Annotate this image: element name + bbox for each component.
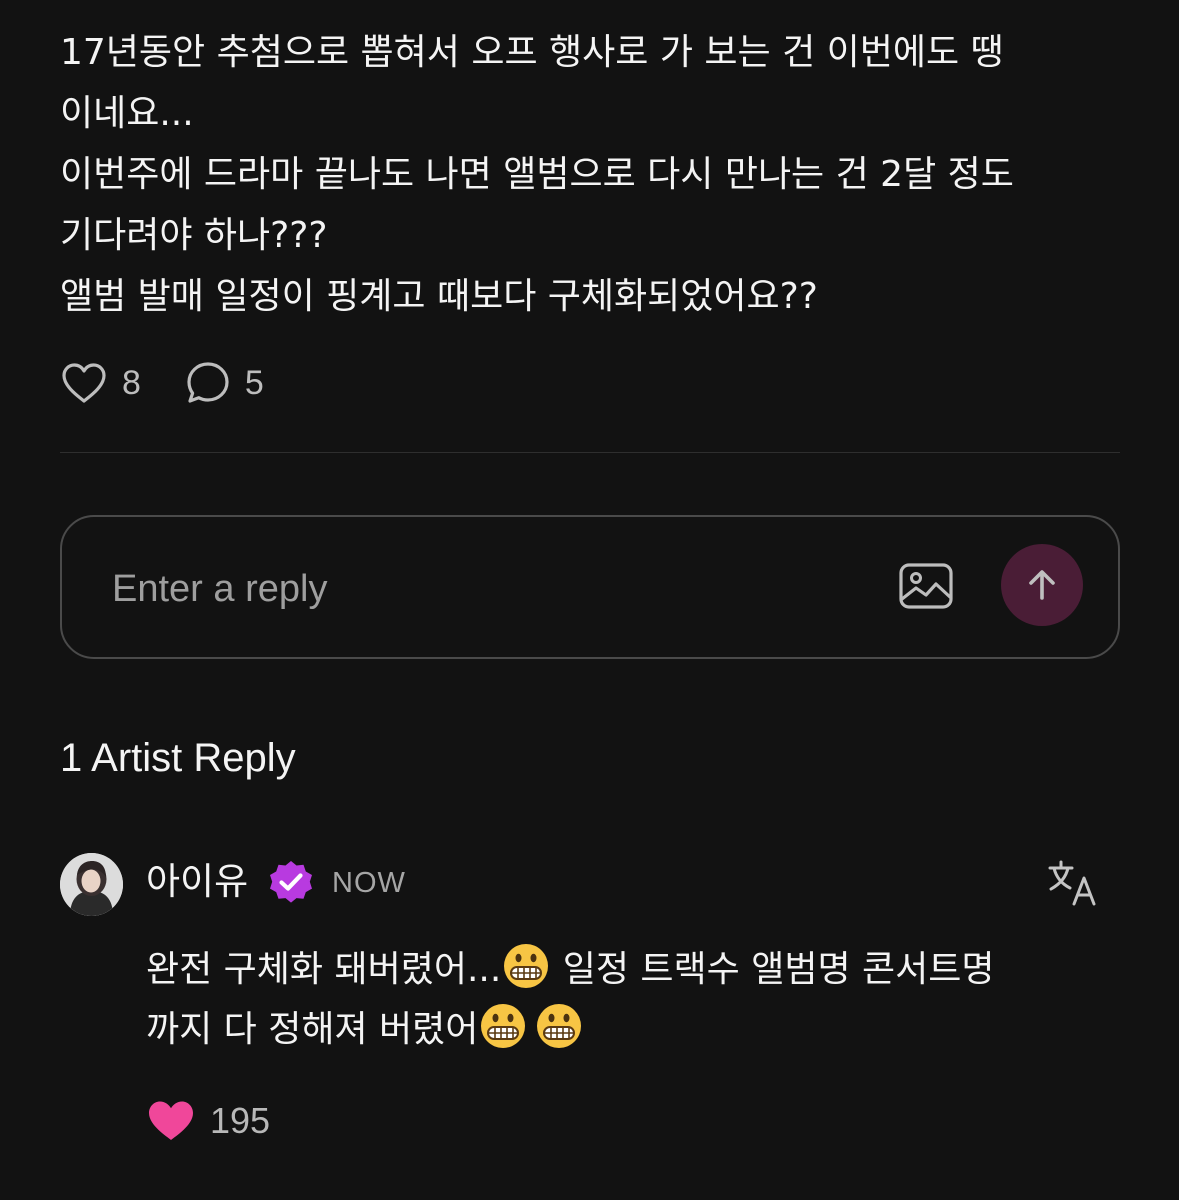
image-icon <box>899 563 953 609</box>
like-button[interactable]: 8 <box>60 361 141 405</box>
like-count: 8 <box>122 363 141 402</box>
post-body: 17년동안 추첨으로 뽑혀서 오프 행사로 가 보는 건 이번에도 땡 이네요.… <box>60 22 1140 327</box>
artist-reply-body: 완전 구체화 돼버렸어... 일정 트랙수 앨범명 콘서트명 까지 다 정해져 … <box>146 940 1156 1060</box>
attach-image-button[interactable] <box>896 557 956 617</box>
translate-button[interactable] <box>1046 858 1102 908</box>
comment-count: 5 <box>244 363 264 402</box>
reply-text-segment: 까지 다 정해져 버렸어 <box>146 1009 479 1050</box>
speech-bubble-icon <box>187 362 229 403</box>
reply-composer <box>60 515 1120 659</box>
reply-text-segment: 일정 트랙수 앨범명 콘서트명 <box>551 949 995 990</box>
post-line: 17년동안 추첨으로 뽑혀서 오프 행사로 가 보는 건 이번에도 땡 <box>60 32 1004 73</box>
grimacing-face-emoji <box>537 1004 582 1048</box>
divider <box>60 452 1120 453</box>
translate-icon <box>1048 860 1096 906</box>
post-actions: 8 5 <box>60 356 264 410</box>
reply-input[interactable] <box>110 557 814 621</box>
reply-like-button[interactable]: 195 <box>146 1098 270 1144</box>
reply-timestamp: NOW <box>332 867 406 899</box>
heart-outline-icon <box>62 363 106 403</box>
reply-line: 까지 다 정해져 버렸어 <box>146 1000 1156 1060</box>
artist-avatar-photo <box>60 853 123 916</box>
heart-filled-icon <box>149 1101 193 1140</box>
post-line: 기다려야 하나??? <box>60 215 328 256</box>
post-line: 이네요... <box>60 93 194 134</box>
comment-button[interactable]: 5 <box>185 360 264 406</box>
verified-badge-icon <box>270 861 312 903</box>
avatar[interactable] <box>60 853 123 916</box>
reply-line: 완전 구체화 돼버렸어... 일정 트랙수 앨범명 콘서트명 <box>146 940 1156 1000</box>
artist-reply-heading: 1 Artist Reply <box>60 736 296 780</box>
grimacing-face-emoji <box>481 1004 526 1048</box>
post-line: 이번주에 드라마 끝나도 나면 앨범으로 다시 만나는 건 2달 정도 <box>60 154 1014 195</box>
post-line: 앨범 발매 일정이 핑계고 때보다 구체화되었어요?? <box>60 276 818 317</box>
send-button[interactable] <box>1001 544 1083 626</box>
reply-like-count: 195 <box>210 1100 271 1141</box>
grimacing-face-emoji <box>504 944 549 988</box>
arrow-up-icon <box>1029 570 1055 600</box>
reply-text-segment: 완전 구체화 돼버렸어... <box>146 949 502 990</box>
author-name[interactable]: 아이유 <box>146 857 248 907</box>
